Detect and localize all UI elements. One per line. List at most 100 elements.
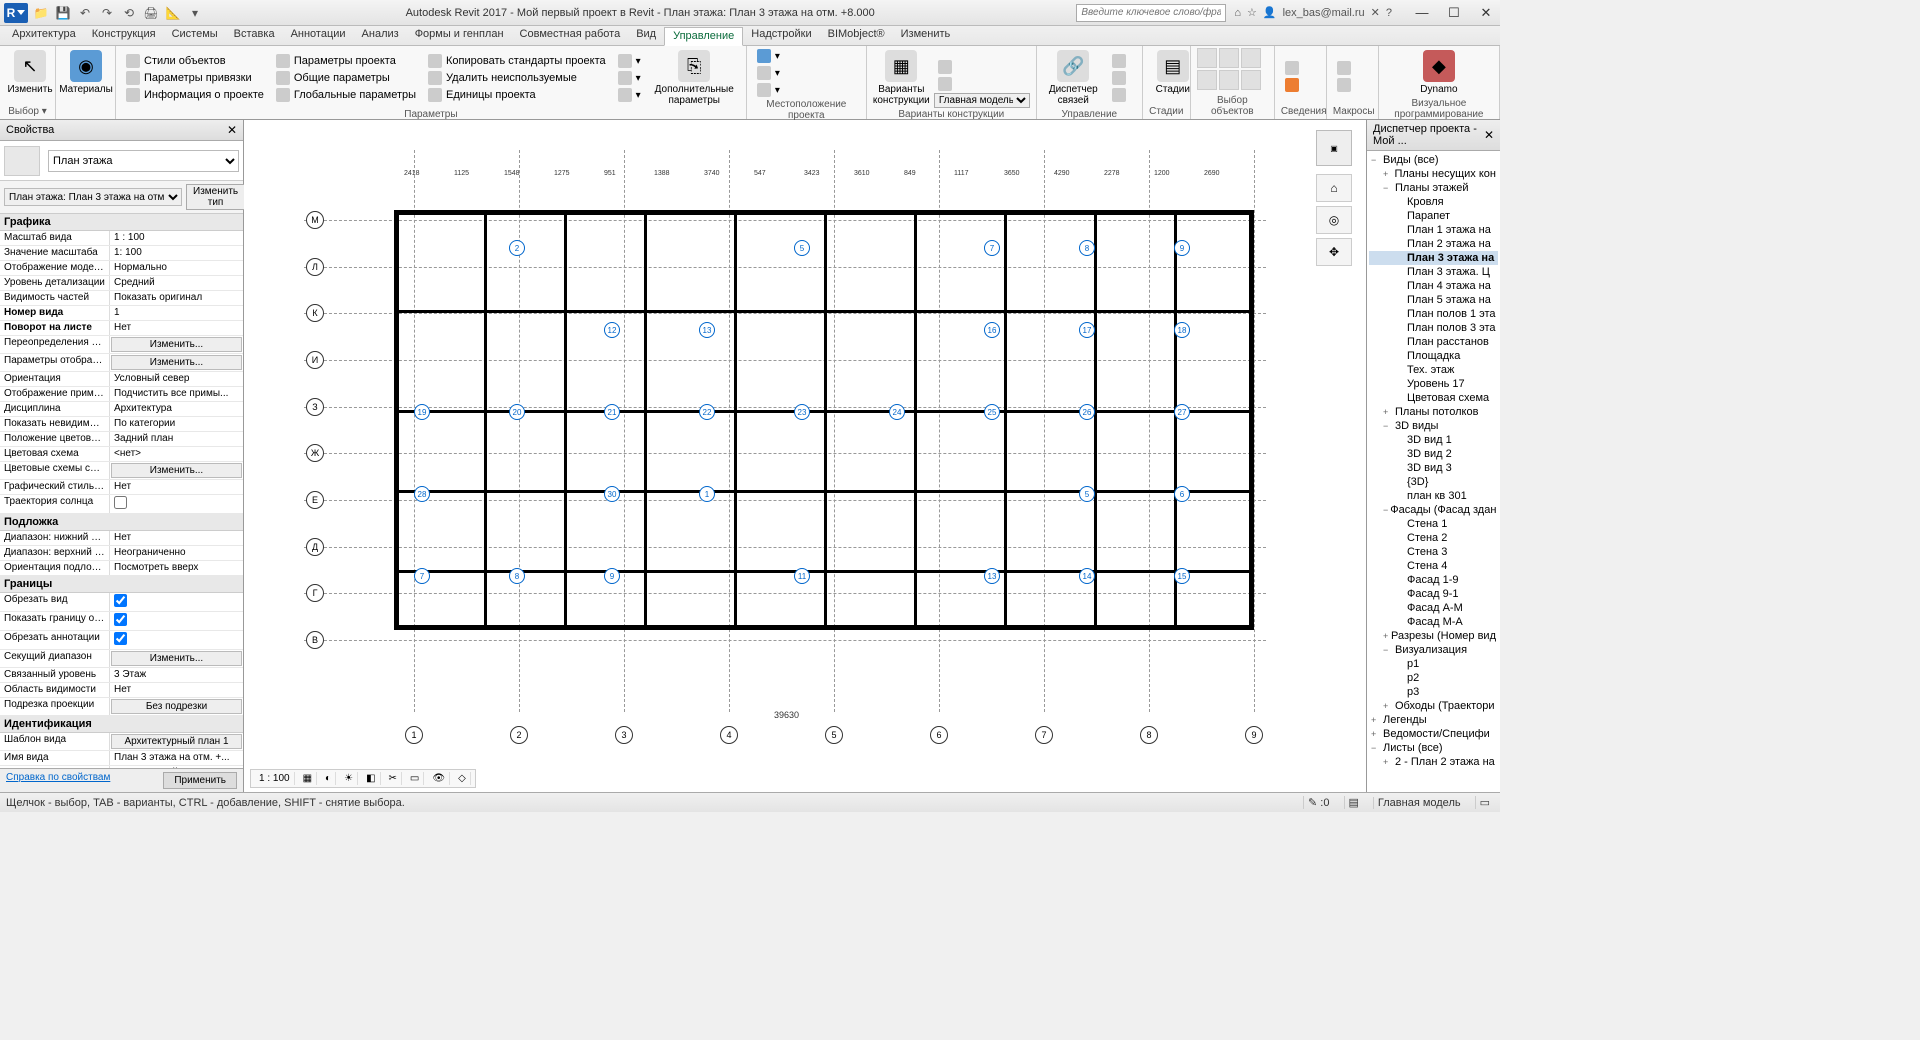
tree-node[interactable]: Стена 2 — [1369, 531, 1498, 545]
dimension-text[interactable]: 1388 — [654, 170, 670, 177]
snaps-button[interactable]: Параметры привязки — [122, 70, 268, 86]
expand-icon[interactable]: + — [1383, 629, 1389, 643]
global-params-button[interactable]: Глобальные параметры — [272, 87, 420, 103]
ribbon-tab-формы и генплан[interactable]: Формы и генплан — [407, 26, 512, 45]
prop-row[interactable]: Секущий диапазонИзменить... — [0, 650, 243, 668]
grid-bubble[interactable]: 5 — [825, 726, 843, 744]
room-tag[interactable]: 6 — [1174, 486, 1190, 502]
prop-row[interactable]: Траектория солнца — [0, 495, 243, 514]
dynamo-button[interactable]: ◆ Dynamo — [1414, 48, 1463, 97]
dimension-text[interactable]: 951 — [604, 170, 616, 177]
manage-links-button[interactable]: 🔗 Диспетчер связей — [1043, 48, 1104, 108]
dimension-text[interactable]: 849 — [904, 170, 916, 177]
room-tag[interactable]: 5 — [1079, 486, 1095, 502]
object-styles-button[interactable]: Стили объектов — [122, 53, 268, 69]
apply-button[interactable]: Применить — [163, 772, 237, 789]
subscription-icon[interactable]: ⌂ — [1234, 7, 1241, 19]
warnings-button[interactable] — [1281, 77, 1303, 93]
tree-node[interactable]: р3 — [1369, 685, 1498, 699]
room-tag[interactable]: 8 — [509, 568, 525, 584]
maximize-button[interactable]: ☐ — [1444, 5, 1464, 21]
tree-node[interactable]: 3D вид 1 — [1369, 433, 1498, 447]
workset-display[interactable]: Главная модель — [1373, 797, 1465, 809]
location-button[interactable]: ▾ — [753, 48, 784, 64]
prop-row[interactable]: Обрезать аннотации — [0, 631, 243, 650]
tree-node[interactable]: р1 — [1369, 657, 1498, 671]
prop-row[interactable]: Видимость частейПоказать оригинал — [0, 291, 243, 306]
detail-level-icon[interactable]: ▦ — [299, 772, 317, 785]
expand-icon[interactable]: − — [1383, 503, 1388, 517]
tree-node[interactable]: План полов 3 эта — [1369, 321, 1498, 335]
ribbon-tab-аннотации[interactable]: Аннотации — [283, 26, 354, 45]
expand-icon[interactable]: − — [1371, 153, 1381, 167]
properties-help-link[interactable]: Справка по свойствам — [6, 772, 110, 789]
tree-node[interactable]: План полов 1 эта — [1369, 307, 1498, 321]
tree-node[interactable]: План 4 этажа на — [1369, 279, 1498, 293]
crop-view-icon[interactable]: ✂ — [385, 772, 402, 785]
minimize-button[interactable]: — — [1412, 5, 1432, 21]
grid-bubble[interactable]: 6 — [930, 726, 948, 744]
prop-row[interactable]: Значение масштаба1: 100 — [0, 246, 243, 261]
tree-node[interactable]: +Планы несущих кон — [1369, 167, 1498, 181]
room-tag[interactable]: 9 — [604, 568, 620, 584]
selection-tool-5[interactable] — [1219, 70, 1239, 90]
dimension-text[interactable]: 2418 — [404, 170, 420, 177]
grid-bubble[interactable]: И — [306, 351, 324, 369]
room-tag[interactable]: 16 — [984, 322, 1000, 338]
prop-row[interactable]: Отображение примыка...Подчистить все при… — [0, 387, 243, 402]
room-tag[interactable]: 14 — [1079, 568, 1095, 584]
project-units-button[interactable]: Единицы проекта — [424, 87, 610, 103]
room-tag[interactable]: 15 — [1174, 568, 1190, 584]
qat-print-icon[interactable]: 🖨 — [142, 4, 160, 22]
drawing-canvas[interactable]: МЛКИЗЖЕДГВ123456789257891213161718192021… — [244, 120, 1366, 792]
prop-category[interactable]: Подложка — [0, 514, 243, 531]
tree-node[interactable]: Цветовая схема — [1369, 391, 1498, 405]
tree-node[interactable]: Фасад 1-9 — [1369, 573, 1498, 587]
tree-node[interactable]: Фасад 9-1 — [1369, 587, 1498, 601]
dimension-text[interactable]: 1117 — [954, 170, 969, 177]
ribbon-tab-анализ[interactable]: Анализ — [354, 26, 407, 45]
grid-bubble[interactable]: З — [306, 398, 324, 416]
ribbon-tab-системы[interactable]: Системы — [164, 26, 226, 45]
prop-row[interactable]: Отображение моделиНормально — [0, 261, 243, 276]
tree-node[interactable]: 3D вид 3 — [1369, 461, 1498, 475]
selection-tool-1[interactable] — [1197, 48, 1217, 68]
instance-filter[interactable]: План этажа: План 3 этажа на отм — [4, 188, 182, 206]
grid-bubble[interactable]: 3 — [615, 726, 633, 744]
project-params-button[interactable]: Параметры проекта — [272, 53, 420, 69]
qat-redo-icon[interactable]: ↷ — [98, 4, 116, 22]
tree-node[interactable]: План 3 этажа на — [1369, 251, 1498, 265]
editable-only-icon[interactable]: ▭ — [1475, 796, 1494, 809]
grid-bubble[interactable]: Л — [306, 258, 324, 276]
room-tag[interactable]: 24 — [889, 404, 905, 420]
grid-bubble[interactable]: К — [306, 304, 324, 322]
close-button[interactable]: ✕ — [1476, 5, 1496, 21]
design-options-button[interactable]: ▦ Варианты конструкции — [873, 48, 930, 108]
qat-sync-icon[interactable]: ⟲ — [120, 4, 138, 22]
transfer-standards-button[interactable]: Копировать стандарты проекта — [424, 53, 610, 69]
ribbon-tab-управление[interactable]: Управление — [664, 27, 743, 46]
room-tag[interactable]: 18 — [1174, 322, 1190, 338]
exchange-icon[interactable]: ✕ — [1371, 6, 1380, 19]
tree-node[interactable]: +Обходы (Траектори — [1369, 699, 1498, 713]
prop-row[interactable]: Диапазон: верхний ур...Неограниченно — [0, 546, 243, 561]
ribbon-tab-архитектура[interactable]: Архитектура — [4, 26, 84, 45]
room-tag[interactable]: 1 — [699, 486, 715, 502]
tree-node[interactable]: 3D вид 2 — [1369, 447, 1498, 461]
param-extra-2[interactable]: ▾ — [614, 70, 645, 86]
prop-row[interactable]: ОриентацияУсловный север — [0, 372, 243, 387]
prop-row[interactable]: Переопределения вид...Изменить... — [0, 336, 243, 354]
macro-manager-button[interactable] — [1333, 60, 1355, 76]
tree-node[interactable]: −Планы этажей — [1369, 181, 1498, 195]
prop-row[interactable]: Масштаб вида1 : 100 — [0, 231, 243, 246]
grid-bubble[interactable]: 8 — [1140, 726, 1158, 744]
grid-bubble[interactable]: 9 — [1245, 726, 1263, 744]
prop-row[interactable]: Уровень детализацииСредний — [0, 276, 243, 291]
prop-row[interactable]: Положение цветовой ...Задний план — [0, 432, 243, 447]
prop-row[interactable]: Показать невидимые ...По категории — [0, 417, 243, 432]
tree-node[interactable]: Площадка — [1369, 349, 1498, 363]
tree-node[interactable]: −Визуализация — [1369, 643, 1498, 657]
ribbon-tab-конструкция[interactable]: Конструкция — [84, 26, 164, 45]
room-tag[interactable]: 23 — [794, 404, 810, 420]
signin-icon[interactable]: 👤 — [1263, 6, 1277, 19]
